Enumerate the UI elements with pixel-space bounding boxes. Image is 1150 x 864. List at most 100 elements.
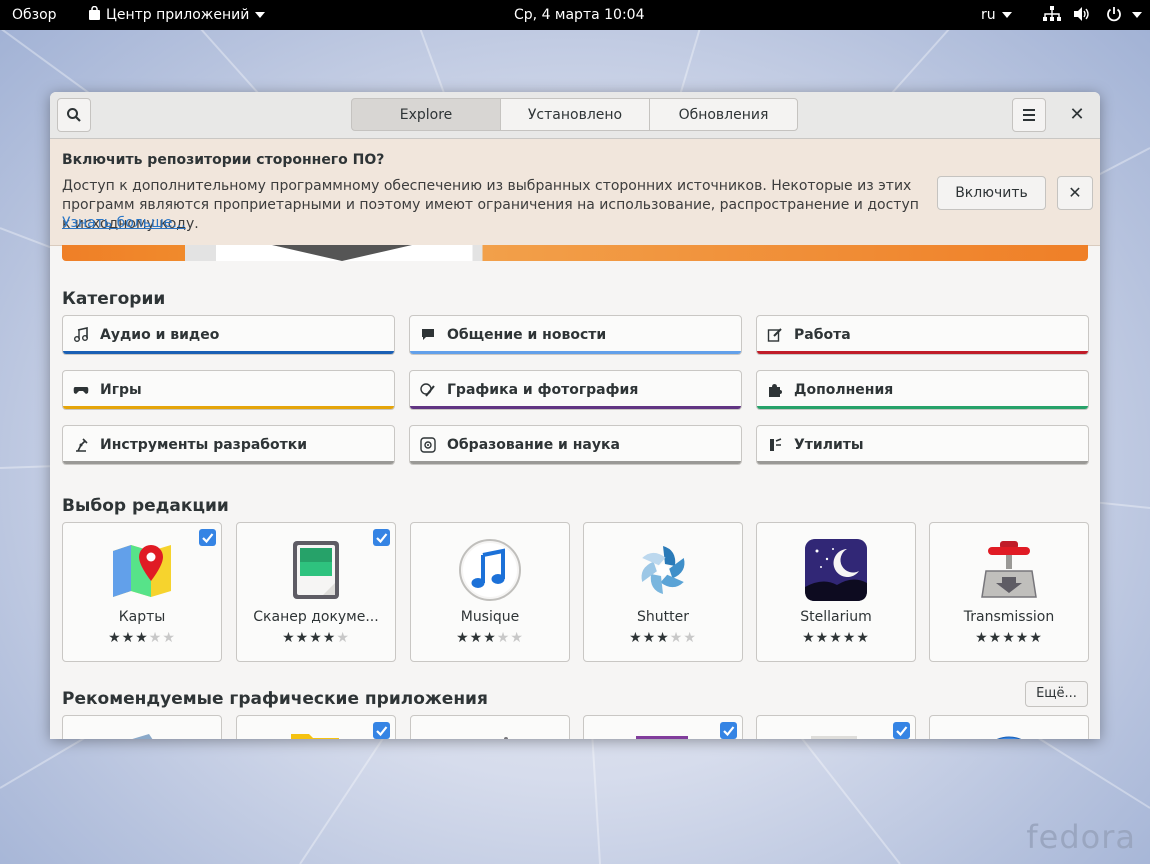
fedora-logo: fedora xyxy=(1026,818,1136,856)
category-label: Графика и фотография xyxy=(447,382,639,398)
app-menu[interactable]: Центр приложений xyxy=(88,0,266,30)
installed-check-icon xyxy=(373,529,390,546)
app-tile-musique[interactable]: Musique ★★★★★ xyxy=(410,522,570,662)
system-status-area[interactable] xyxy=(1043,0,1143,30)
star-rating: ★★★★★ xyxy=(802,630,870,646)
category-color-bar xyxy=(757,406,1088,409)
recommended-app-tile[interactable] xyxy=(583,715,743,739)
category-color-bar xyxy=(63,351,394,354)
tab-installed[interactable]: Установлено xyxy=(500,98,650,131)
category-label: Общение и новости xyxy=(447,327,607,343)
gamepad-icon xyxy=(73,387,89,394)
category-developer-tools[interactable]: Инструменты разработки xyxy=(62,425,395,465)
infobar-title: Включить репозитории стороннего ПО? xyxy=(62,152,385,168)
category-audio-video[interactable]: Аудио и видео xyxy=(62,315,395,355)
app-tile-transmission[interactable]: Transmission ★★★★★ xyxy=(929,522,1089,662)
top-panel: Обзор Центр приложений Ср, 4 марта 10:04… xyxy=(0,0,1150,30)
recommended-app-tile[interactable] xyxy=(929,715,1089,739)
app-icon xyxy=(636,736,688,739)
editors-picks-heading: Выбор редакции xyxy=(62,496,229,516)
chat-bubble-icon xyxy=(422,329,434,340)
header-bar: Explore Установлено Обновления ✕ xyxy=(50,92,1100,139)
volume-icon xyxy=(1074,7,1090,21)
shutter-icon xyxy=(641,546,685,594)
learn-more-link[interactable]: Узнать больше... xyxy=(62,215,186,231)
app-name: Shutter xyxy=(637,609,689,625)
category-addons[interactable]: Дополнения xyxy=(756,370,1089,410)
installed-check-icon xyxy=(720,722,737,739)
star-rating: ★★★★★ xyxy=(456,630,524,646)
chevron-down-icon xyxy=(255,12,266,18)
category-color-bar xyxy=(410,351,741,354)
app-icon xyxy=(504,737,508,739)
app-tile-shutter[interactable]: Shutter ★★★★★ xyxy=(583,522,743,662)
hamburger-menu-icon xyxy=(1023,109,1035,121)
robot-arm-icon xyxy=(76,438,88,452)
category-utilities[interactable]: Утилиты xyxy=(756,425,1089,465)
recommended-app-tile[interactable] xyxy=(410,715,570,739)
featured-banner[interactable] xyxy=(62,245,1088,261)
activities-button[interactable]: Обзор xyxy=(12,0,57,30)
window-close-button[interactable]: ✕ xyxy=(1062,98,1092,132)
category-color-bar xyxy=(757,461,1088,464)
view-switcher: Explore Установлено Обновления xyxy=(351,98,798,131)
network-icon xyxy=(1043,6,1061,21)
recommended-app-tile[interactable] xyxy=(756,715,916,739)
app-tile-maps[interactable]: Карты ★★★★★ xyxy=(62,522,222,662)
app-name: Карты xyxy=(118,609,166,625)
maps-icon xyxy=(113,545,171,597)
category-label: Образование и наука xyxy=(447,437,620,453)
category-color-bar xyxy=(757,351,1088,354)
app-tile-stellarium[interactable]: Stellarium ★★★★★ xyxy=(756,522,916,662)
infobar-text: Доступ к дополнительному программному об… xyxy=(62,178,919,232)
category-label: Работа xyxy=(794,327,851,343)
scanner-icon xyxy=(293,541,339,599)
search-icon xyxy=(67,108,81,122)
utilities-icon xyxy=(770,438,782,451)
categories-heading: Категории xyxy=(62,289,166,309)
category-color-bar xyxy=(410,461,741,464)
installed-check-icon xyxy=(373,722,390,739)
tab-updates[interactable]: Обновления xyxy=(649,98,798,131)
clock[interactable]: Ср, 4 марта 10:04 xyxy=(514,0,644,30)
enable-button[interactable]: Включить xyxy=(937,176,1046,210)
category-color-bar xyxy=(63,406,394,409)
app-tile-document-scanner[interactable]: Сканер докуме... ★★★★★ xyxy=(236,522,396,662)
app-icon xyxy=(811,736,857,739)
category-label: Аудио и видео xyxy=(100,327,220,343)
more-button[interactable]: Ещё... xyxy=(1025,681,1088,707)
dismiss-button[interactable]: ✕ xyxy=(1057,176,1093,210)
search-button[interactable] xyxy=(57,98,91,132)
app-name: Musique xyxy=(460,609,520,625)
puzzle-icon xyxy=(769,384,782,397)
category-education-science[interactable]: Образование и наука xyxy=(409,425,742,465)
app-name: Transmission xyxy=(963,609,1055,625)
category-games[interactable]: Игры xyxy=(62,370,395,410)
category-social-news[interactable]: Общение и новости xyxy=(409,315,742,355)
menu-button[interactable] xyxy=(1012,98,1046,132)
third-party-repos-infobar: Включить репозитории стороннего ПО? Дост… xyxy=(50,139,1100,246)
recommended-graphics-heading: Рекомендуемые графические приложения xyxy=(62,689,488,709)
star-rating: ★★★★★ xyxy=(108,630,176,646)
app-menu-label: Центр приложений xyxy=(106,7,250,23)
language-label: ru xyxy=(981,7,996,23)
transmission-icon xyxy=(981,541,1037,598)
edit-icon xyxy=(767,328,782,342)
shopping-bag-icon xyxy=(89,5,100,20)
category-label: Дополнения xyxy=(794,382,894,398)
tab-explore[interactable]: Explore xyxy=(351,98,501,131)
category-productivity[interactable]: Работа xyxy=(756,315,1089,355)
star-rating: ★★★★★ xyxy=(975,630,1043,646)
close-icon: ✕ xyxy=(1069,104,1085,125)
music-note-icon xyxy=(74,327,88,342)
star-rating: ★★★★★ xyxy=(282,630,350,646)
recommended-app-tile[interactable] xyxy=(62,715,222,739)
app-name: Сканер докуме... xyxy=(253,609,379,625)
app-icon xyxy=(996,736,1022,739)
recommended-app-tile[interactable] xyxy=(236,715,396,739)
category-label: Утилиты xyxy=(794,437,864,453)
installed-check-icon xyxy=(199,529,216,546)
category-graphics[interactable]: Графика и фотография xyxy=(409,370,742,410)
language-indicator[interactable]: ru xyxy=(981,0,1012,30)
category-label: Игры xyxy=(100,382,142,398)
